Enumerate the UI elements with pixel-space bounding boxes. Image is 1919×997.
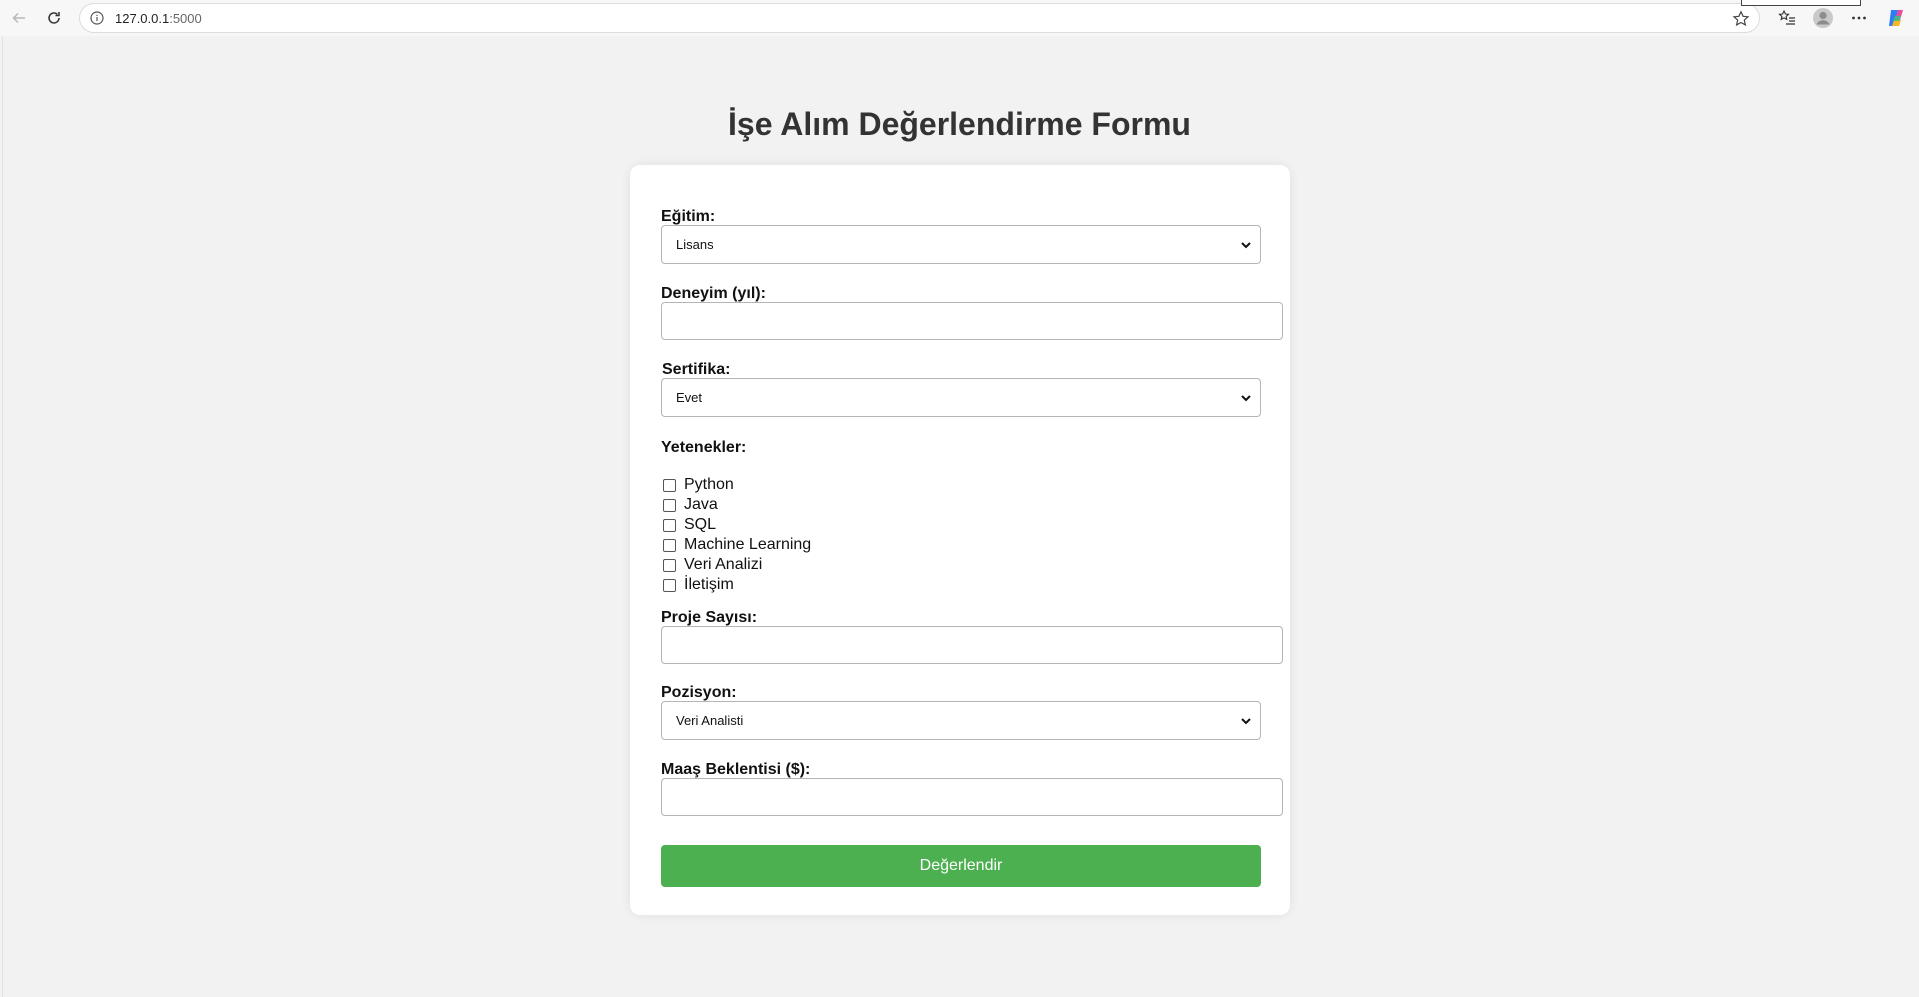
experience-input[interactable]	[661, 302, 1283, 340]
certificate-select[interactable]: Evet	[661, 378, 1261, 417]
skill-python[interactable]: Python	[663, 475, 811, 495]
chevron-down-icon	[1241, 395, 1251, 402]
position-select[interactable]: Veri Analisti	[661, 701, 1261, 740]
url-port: :5000	[169, 10, 202, 26]
checkbox[interactable]	[663, 538, 676, 552]
position-label: Pozisyon:	[661, 684, 737, 701]
chevron-down-icon	[1241, 242, 1251, 249]
certificate-selected-value: Evet	[676, 390, 703, 405]
chevron-down-icon	[1241, 718, 1251, 725]
form-card: Eğitim: Lisans Deneyim (yıl): Sertifika:…	[630, 165, 1290, 915]
more-options-icon[interactable]	[1847, 6, 1871, 30]
skill-label: Veri Analizi	[684, 556, 763, 573]
projects-label: Proje Sayısı:	[661, 609, 758, 626]
certificate-label: Sertifika:	[662, 361, 731, 378]
evaluate-button[interactable]: Değerlendir	[661, 845, 1261, 887]
reload-icon[interactable]	[42, 6, 66, 30]
favorites-icon[interactable]	[1775, 6, 1799, 30]
position-selected-value: Veri Analisti	[676, 713, 744, 728]
experience-label: Deneyim (yıl):	[661, 285, 766, 302]
page-viewport: İşe Alım Değerlendirme Formu Eğitim: Lis…	[2, 36, 1915, 997]
education-selected-value: Lisans	[676, 237, 714, 252]
skill-data-analysis[interactable]: Veri Analizi	[663, 555, 811, 575]
salary-input[interactable]	[661, 778, 1283, 816]
skill-machine-learning[interactable]: Machine Learning	[663, 535, 811, 555]
skill-label: SQL	[684, 516, 717, 533]
info-icon[interactable]	[89, 10, 105, 26]
checkbox[interactable]	[663, 578, 676, 592]
checkbox[interactable]	[663, 498, 676, 512]
projects-input[interactable]	[661, 626, 1283, 664]
checkbox[interactable]	[663, 518, 676, 532]
checkbox[interactable]	[663, 478, 676, 492]
education-select[interactable]: Lisans	[661, 225, 1261, 264]
skills-label: Yetenekler:	[661, 439, 747, 456]
tooltip-fragment	[1741, 0, 1861, 6]
favorite-star-icon[interactable]	[1732, 10, 1750, 28]
back-arrow-icon[interactable]	[7, 6, 31, 30]
profile-avatar-icon[interactable]	[1811, 6, 1835, 30]
page-title: İşe Alım Değerlendirme Formu	[728, 106, 1191, 142]
skill-label: Machine Learning	[684, 536, 812, 553]
skill-label: Python	[684, 476, 734, 493]
salary-label: Maaş Beklentisi ($):	[661, 761, 811, 778]
url-host: 127.0.0.1	[115, 10, 170, 26]
copilot-icon[interactable]	[1884, 6, 1908, 30]
skill-sql[interactable]: SQL	[663, 515, 811, 535]
browser-toolbar: 127.0.0.1:5000	[0, 0, 1919, 36]
skill-java[interactable]: Java	[663, 495, 811, 515]
checkbox[interactable]	[663, 558, 676, 572]
education-label: Eğitim:	[661, 208, 716, 225]
skill-label: İletişim	[684, 576, 734, 593]
skill-label: Java	[684, 496, 718, 513]
skills-list: Python Java SQL Machine Learning Veri An…	[663, 475, 811, 595]
address-bar[interactable]: 127.0.0.1:5000	[79, 3, 1760, 33]
skill-communication[interactable]: İletişim	[663, 575, 811, 595]
url-text: 127.0.0.1:5000	[115, 11, 202, 26]
